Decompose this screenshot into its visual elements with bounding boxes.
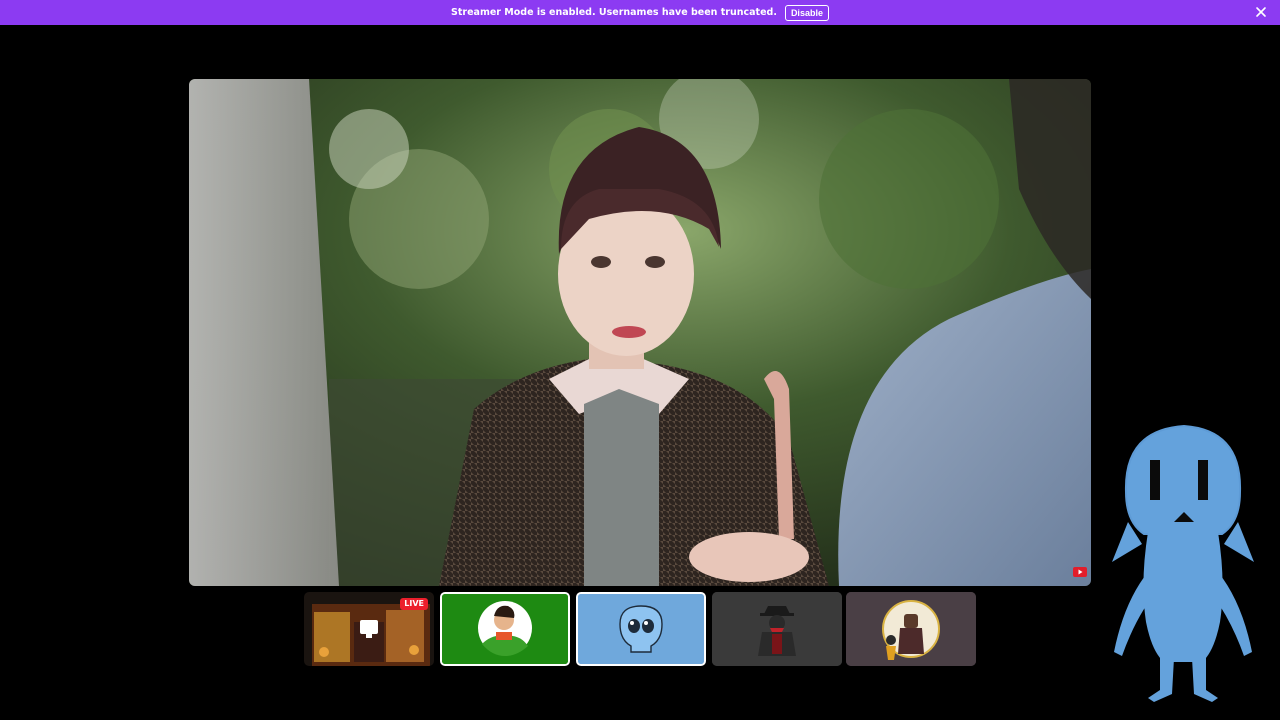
participant-tile-character-pair[interactable] xyxy=(846,592,976,666)
youtube-icon xyxy=(1073,563,1087,577)
blue-alien-mascot-icon xyxy=(1104,422,1262,708)
streamer-mode-banner: Streamer Mode is enabled. Usernames have… xyxy=(0,0,1280,25)
participant-tile-hat-figure[interactable] xyxy=(712,592,842,666)
banner-message: Streamer Mode is enabled. Usernames have… xyxy=(451,7,777,18)
live-badge: LIVE xyxy=(400,598,428,610)
stream-video[interactable] xyxy=(189,79,1091,586)
screenshare-tile[interactable]: LIVE xyxy=(304,592,434,666)
disable-button[interactable]: Disable xyxy=(784,4,829,21)
participant-tile-green-hero[interactable] xyxy=(440,592,570,666)
close-icon[interactable] xyxy=(1254,5,1268,19)
participant-tile-blue-alien[interactable] xyxy=(576,592,706,666)
